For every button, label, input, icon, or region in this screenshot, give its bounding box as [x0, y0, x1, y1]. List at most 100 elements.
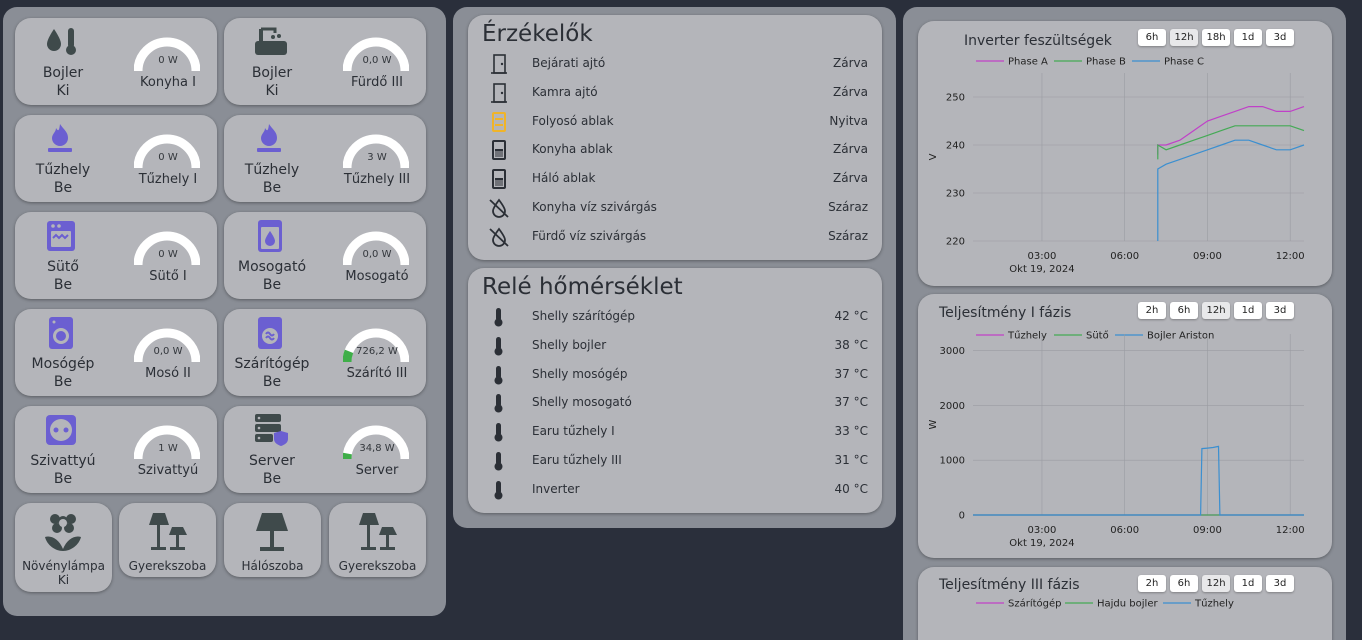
legend-label[interactable]: Tűzhely	[1194, 598, 1234, 610]
legend-label[interactable]: Phase C	[1164, 57, 1204, 68]
water-off-icon	[489, 227, 509, 247]
water-off-icon	[489, 198, 509, 218]
device-state: Be	[53, 374, 73, 390]
device-tile[interactable]: Tűzhely Be 3 W Tűzhely III	[224, 115, 426, 202]
entity-value: 31 °C	[834, 453, 868, 467]
device-name: Tűzhely Be	[244, 162, 300, 196]
light-button[interactable]: Gyerekszoba	[329, 503, 426, 577]
device-tile[interactable]: Szivattyú Be 1 W Szivattyú	[15, 406, 217, 493]
entity-row[interactable]: Folyosó ablak Nyitva	[468, 111, 882, 140]
x-date-label: Okt 19, 2024	[1009, 538, 1074, 549]
thermometer-icon	[494, 308, 503, 327]
device-tile[interactable]: Mosogató Be 0,0 W Mosogató	[224, 212, 426, 299]
tumble-dryer-icon	[258, 317, 282, 349]
device-name: Bojler Ki	[42, 65, 84, 99]
entity-row[interactable]: Inverter 40 °C	[468, 479, 882, 508]
legend-label[interactable]: Bojler Ariston	[1147, 331, 1214, 342]
flower-icon	[45, 514, 81, 551]
x-date-label: Okt 19, 2024	[1009, 264, 1074, 275]
entity-value: 37 °C	[834, 366, 868, 381]
gauge-value: 3 W	[367, 152, 387, 163]
device-tile[interactable]: Szárítógép Be 726,2 W Szárító III	[224, 309, 426, 396]
entity-value: Nyitva	[829, 113, 868, 128]
entity-label: Shelly mosógép	[532, 366, 628, 381]
entity-value: Zárva	[833, 171, 868, 186]
device-tile[interactable]: Bojler Ki 0 W Konyha I	[15, 18, 217, 105]
device-name: Tűzhely Be	[35, 162, 91, 196]
device-name: Sütő Be	[47, 259, 79, 293]
window-open-icon	[492, 111, 506, 132]
gauge-value: 726,2 W	[356, 346, 398, 357]
legend-label[interactable]: Phase B	[1086, 57, 1126, 68]
device-state: Be	[53, 180, 73, 196]
entity-row[interactable]: Kamra ajtó Zárva	[468, 82, 882, 111]
device-tile[interactable]: Mosógép Be 0,0 W Mosó II	[15, 309, 217, 396]
device-tile[interactable]: Sütő Be 0 W Sütő I	[15, 212, 217, 299]
x-tick-label: 12:00	[1276, 251, 1305, 262]
legend-label[interactable]: Szárítógép	[1008, 598, 1062, 610]
entity-row[interactable]: Bejárati ajtó Zárva	[468, 53, 882, 82]
device-tile[interactable]: Server Be 34,8 W Server	[224, 406, 426, 493]
entity-label: Fürdő víz szivárgás	[532, 228, 647, 243]
device-state: Be	[262, 374, 282, 390]
device-name: Szárítógép Be	[234, 356, 310, 390]
entity-row[interactable]: Shelly mosógép 37 °C	[468, 364, 882, 393]
bathtub-icon	[255, 27, 287, 55]
door-closed-icon	[491, 54, 507, 74]
thermometer-icon	[494, 480, 503, 500]
gauge-name: Sütő I	[149, 269, 187, 284]
light-button[interactable]: Növénylámpa Ki	[15, 503, 112, 592]
gas-burner-icon	[48, 124, 72, 152]
entity-value: Száraz	[828, 228, 868, 243]
light-button[interactable]: Gyerekszoba	[119, 503, 216, 577]
entity-row[interactable]: Shelly mosogató 37 °C	[468, 392, 882, 421]
gauge-value: 0,0 W	[153, 346, 183, 357]
button-state: Ki	[57, 573, 70, 587]
gauge-value: 0 W	[158, 249, 178, 260]
y-tick-label: 230	[946, 189, 965, 200]
gauge-name: Konyha I	[140, 75, 196, 90]
series-line	[973, 445, 1304, 516]
power-socket-icon	[46, 415, 76, 445]
entity-row[interactable]: Háló ablak Zárva	[468, 168, 882, 197]
device-state: Ki	[265, 83, 279, 99]
light-button[interactable]: Hálószoba	[224, 503, 321, 577]
chart-power-phase-1: Tűzhely Sütő Bojler Ariston 0 1000 2000 3000 03…	[928, 330, 1305, 550]
legend-label[interactable]: Sütő	[1086, 330, 1109, 342]
entity-row[interactable]: Shelly szárítógép 42 °C	[468, 306, 882, 335]
gauge-name: Mosó II	[145, 366, 191, 381]
x-tick-label: 06:00	[1110, 251, 1139, 262]
series-line	[1157, 125, 1305, 160]
x-tick-label: 03:00	[1028, 525, 1057, 536]
relay-temperature-card: Relé hőmérséklet Shelly szárítógép 42 °C…	[468, 268, 882, 513]
window-closed-icon	[492, 140, 506, 161]
y-tick-label: 220	[946, 237, 965, 248]
legend-label[interactable]: Phase A	[1008, 57, 1048, 68]
gauge-name: Szárító III	[346, 366, 408, 381]
legend-label[interactable]: Tűzhely	[1007, 330, 1047, 342]
thermometer-icon	[494, 365, 503, 385]
entity-value: Száraz	[828, 200, 868, 214]
device-tile[interactable]: Bojler Ki 0,0 W Fürdő III	[224, 18, 426, 105]
device-tile[interactable]: Tűzhely Be 0 W Tűzhely I	[15, 115, 217, 202]
legend-label[interactable]: Hajdu bojler	[1097, 599, 1158, 610]
entity-row[interactable]: Shelly bojler 38 °C	[468, 335, 882, 364]
y-tick-label: 1000	[940, 456, 965, 467]
device-state: Be	[262, 471, 282, 487]
x-tick-label: 12:00	[1276, 525, 1305, 536]
entity-label: Bejárati ajtó	[532, 56, 606, 70]
device-state: Be	[262, 180, 282, 196]
thermometer-icon	[494, 423, 503, 442]
gauge-name: Server	[355, 463, 399, 478]
chart-power-phase-3: Szárítógép Hajdu bojler Tűzhely	[976, 598, 1234, 610]
entity-row[interactable]: Konyha víz szivárgás Száraz	[468, 197, 882, 226]
entity-row[interactable]: Konyha ablak Zárva	[468, 139, 882, 168]
series-line	[1157, 139, 1305, 241]
entity-value: 40 °C	[834, 481, 868, 496]
entity-row[interactable]: Earu tűzhely III 31 °C	[468, 450, 882, 479]
entity-row[interactable]: Fürdő víz szivárgás Száraz	[468, 226, 882, 255]
entity-label: Earu tűzhely I	[532, 424, 615, 439]
button-label: Hálószoba	[241, 559, 304, 573]
entity-value: Zárva	[833, 142, 868, 157]
entity-row[interactable]: Earu tűzhely I 33 °C	[468, 421, 882, 450]
